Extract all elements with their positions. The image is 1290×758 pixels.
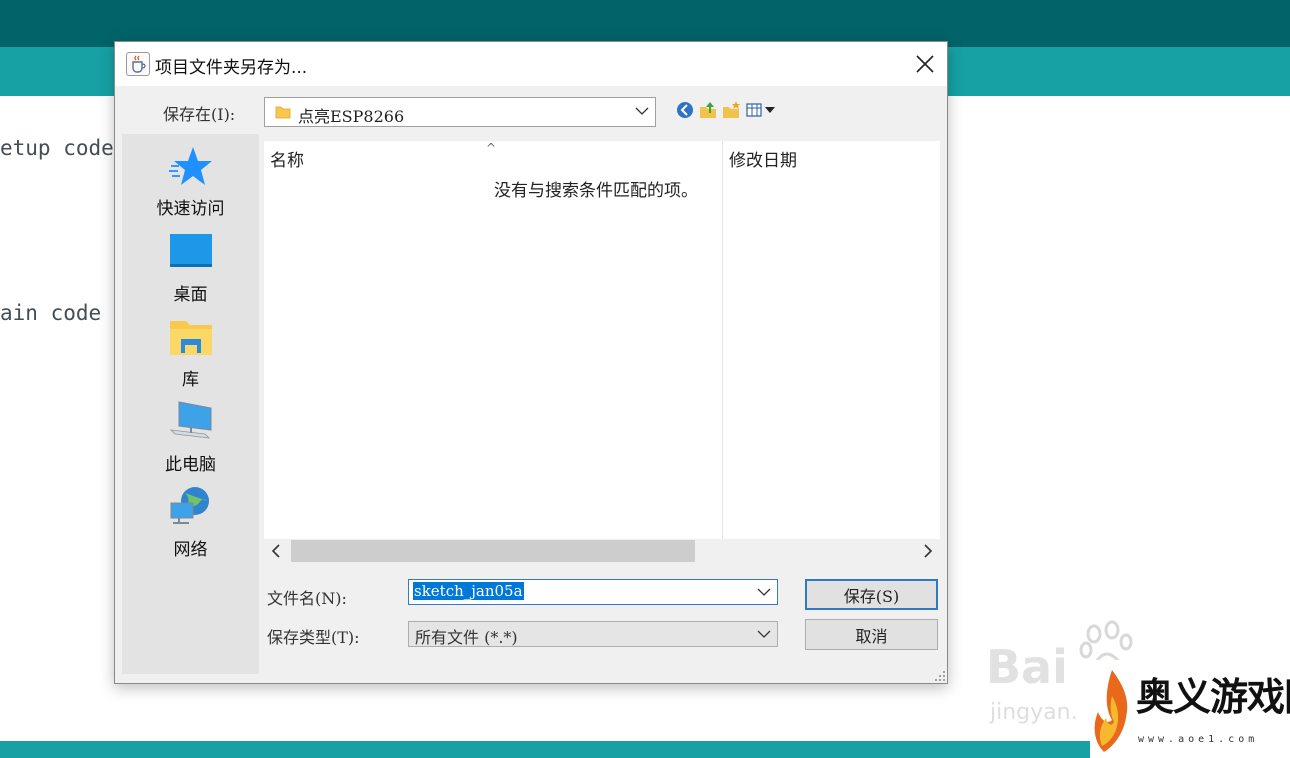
sidebar-item-label: 库 [182,370,199,390]
dialog-title: 项目文件夹另存为... [155,58,308,78]
chevron-right-icon[interactable] [922,543,934,559]
sort-ascending-icon: ^ [486,141,497,155]
new-folder-icon[interactable] [721,100,741,120]
close-button[interactable] [903,42,947,86]
file-list[interactable]: 名称 ^ 修改日期 没有与搜索条件匹配的项。 [264,141,940,539]
sidebar-item-desktop[interactable]: 桌面 [122,230,259,314]
save-button[interactable]: 保存(S) [805,579,938,610]
places-sidebar: 快速访问 桌面 库 此电脑 网络 [122,134,259,674]
chevron-down-icon [635,107,649,115]
java-cup-icon [126,52,150,76]
look-in-label: 保存在(I): [163,105,236,124]
filetype-value: 所有文件 (*.*) [415,628,518,647]
site-watermark: 奥义游戏网 www.aoe1.com [1090,660,1290,758]
code-line-main: ain code [0,301,102,325]
sidebar-item-network[interactable]: 网络 [122,485,259,569]
empty-list-message: 没有与搜索条件匹配的项。 [494,181,698,201]
folder-icon [275,106,291,119]
save-as-dialog: 项目文件夹另存为... 保存在(I): 点亮ESP8266 快速访问 桌面 库 … [114,41,948,684]
flame-logo-icon [1094,670,1128,752]
library-icon [170,321,212,355]
site-watermark-url: www.aoe1.com [1138,734,1259,745]
up-folder-icon[interactable] [698,100,718,120]
column-header-name[interactable]: 名称 [270,146,304,171]
look-in-combo[interactable]: 点亮ESP8266 [264,97,656,127]
horizontal-scrollbar[interactable] [264,539,940,563]
sidebar-item-label: 快速访问 [156,199,225,219]
sidebar-item-this-pc[interactable]: 此电脑 [122,400,259,484]
chevron-down-icon[interactable] [757,587,771,597]
sidebar-item-label: 网络 [173,540,208,560]
filetype-label: 保存类型(T): [267,628,360,647]
column-header-modified[interactable]: 修改日期 [729,146,797,171]
close-icon [916,55,934,73]
computer-icon [169,401,212,439]
back-icon[interactable] [675,100,695,120]
look-in-value: 点亮ESP8266 [298,107,405,126]
filename-field[interactable]: sketch_jan05a [408,579,778,605]
chevron-down-icon [757,630,771,638]
dialog-title-bar[interactable]: 项目文件夹另存为... [115,42,947,86]
sidebar-item-library[interactable]: 库 [122,315,259,399]
code-line-setup: etup code [0,136,114,160]
cancel-button[interactable]: 取消 [805,619,938,650]
ide-title-bar [0,0,1290,47]
star-icon [169,147,212,185]
filename-value[interactable]: sketch_jan05a [413,582,524,600]
network-icon [170,487,209,524]
column-divider[interactable] [722,141,723,539]
sidebar-item-label: 桌面 [173,285,208,305]
filetype-combo[interactable]: 所有文件 (*.*) [408,621,778,647]
sidebar-item-quick-access[interactable]: 快速访问 [122,144,259,228]
chevron-left-icon[interactable] [270,543,282,559]
jingyan-watermark: jingyan. [990,700,1078,725]
filename-label: 文件名(N): [267,589,347,608]
site-watermark-title: 奥义游戏网 [1136,674,1290,719]
resize-grip-icon[interactable] [935,671,945,681]
desktop-icon [170,234,212,267]
baidu-watermark: Bai [986,640,1068,694]
view-menu-icon[interactable] [745,100,779,120]
sidebar-item-label: 此电脑 [165,455,216,475]
scrollbar-thumb[interactable] [291,540,695,562]
